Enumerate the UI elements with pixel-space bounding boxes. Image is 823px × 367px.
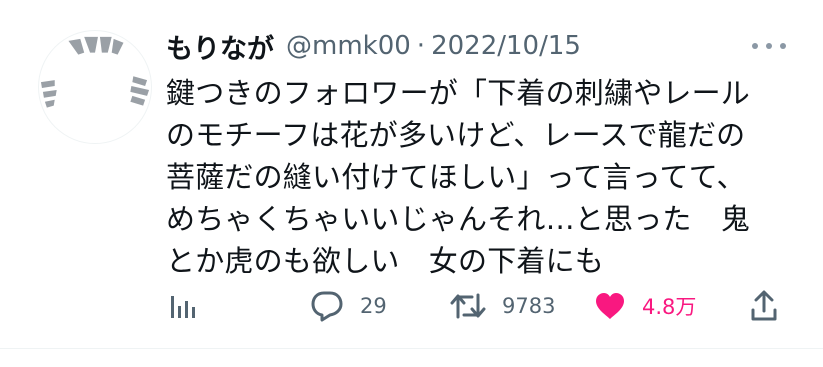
tweet-text: 鍵つきのフォロワーが「下着の刺繍やレール のモチーフは花が多いけど、レースで龍だ… xyxy=(166,72,776,282)
like-count: 4.8万 xyxy=(642,295,697,319)
tweet-date[interactable]: 2022/10/15 xyxy=(431,31,581,61)
tweet-text-line: のモチーフは花が多いけど、レースで龍だの xyxy=(166,118,746,152)
action-bar: 29 9783 4.8万 xyxy=(170,286,790,326)
more-dot xyxy=(752,43,758,49)
tweet-divider xyxy=(0,348,823,349)
analytics-button[interactable] xyxy=(170,286,196,326)
tweet-text-line: とか虎のも欲しい 女の下着にも xyxy=(166,244,605,278)
author-handle[interactable]: @mmk00 xyxy=(286,31,411,61)
share-upload-icon xyxy=(751,290,777,321)
like-button[interactable]: 4.8万 xyxy=(594,286,696,326)
reply-bubble-icon xyxy=(311,291,343,322)
bar-chart-icon xyxy=(171,296,195,318)
cat-stripes-avatar-icon xyxy=(40,36,150,108)
retweet-icon xyxy=(450,293,486,319)
tweet-text-line: めちゃくちゃいいじゃんそれ…と思った 鬼 xyxy=(166,202,751,236)
heart-filled-icon xyxy=(596,293,624,319)
share-button[interactable] xyxy=(750,286,778,326)
avatar[interactable] xyxy=(38,30,152,144)
tweet-text-line: 鍵つきのフォロワーが「下着の刺繍やレール xyxy=(166,76,751,110)
reply-count: 29 xyxy=(360,294,387,318)
more-dots-icon[interactable] xyxy=(752,36,786,56)
header-separator: · xyxy=(416,31,426,61)
more-dot xyxy=(766,43,772,49)
author-display-name[interactable]: もりなが xyxy=(166,27,274,66)
reply-button[interactable]: 29 xyxy=(310,286,387,326)
retweet-button[interactable]: 9783 xyxy=(450,286,555,326)
tweet-card[interactable]: もりなが @mmk00 · 2022/10/15 鍵つきのフォロワーが「下着の刺… xyxy=(0,0,823,367)
more-dot xyxy=(780,43,786,49)
tweet-header: もりなが @mmk00 · 2022/10/15 xyxy=(166,26,581,66)
tweet-text-line: 菩薩だの縫い付けてほしい」って言ってて、 xyxy=(166,160,746,194)
retweet-count: 9783 xyxy=(502,294,556,318)
